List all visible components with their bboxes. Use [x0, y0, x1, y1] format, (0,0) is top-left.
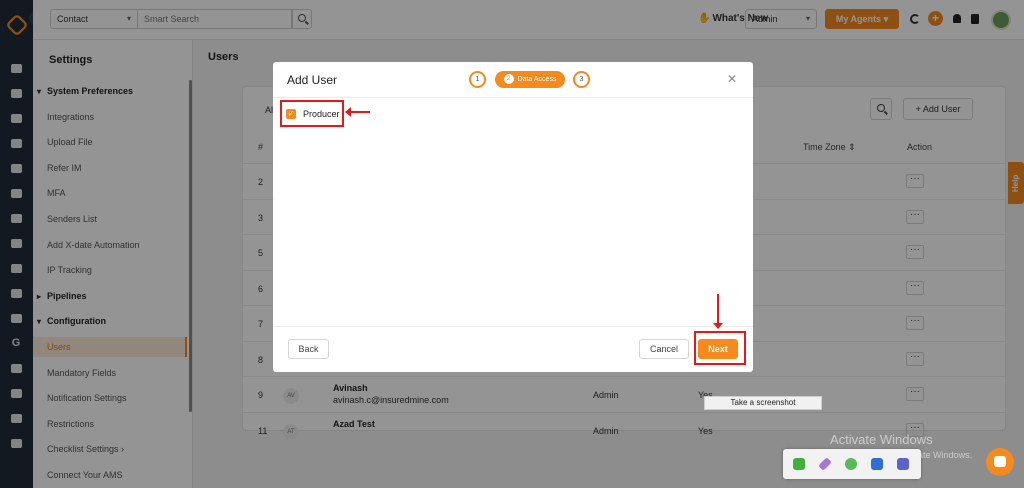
modal-footer-divider — [273, 326, 753, 327]
security-shield-icon[interactable] — [871, 458, 883, 470]
shield-check-icon[interactable] — [793, 458, 805, 470]
annotation-arrow-down-icon — [713, 294, 723, 329]
step-1-indicator: 1 — [469, 71, 486, 88]
screenshot-tooltip: Take a screenshot — [704, 396, 822, 410]
modal-header-divider — [273, 97, 753, 98]
pen-icon[interactable] — [818, 457, 832, 471]
activate-windows-title: Activate Windows — [830, 432, 933, 447]
teams-icon[interactable] — [897, 458, 909, 470]
chat-support-icon[interactable] — [986, 448, 1014, 476]
modal-title: Add User — [287, 73, 338, 87]
annotation-box-next — [694, 331, 746, 365]
annotation-arrow-left-icon — [345, 107, 370, 117]
step-3-indicator: 3 — [573, 71, 590, 88]
step-2-indicator: 2 Data Access — [495, 71, 565, 88]
close-icon[interactable]: ✕ — [727, 72, 737, 86]
back-button[interactable]: Back — [288, 339, 329, 359]
step-2-label: Data Access — [517, 76, 557, 83]
step-2-number: 2 — [503, 74, 514, 84]
annotation-box-producer — [280, 100, 344, 127]
system-tray-popup — [783, 449, 921, 479]
cancel-button[interactable]: Cancel — [639, 339, 689, 359]
recycle-icon[interactable] — [845, 458, 857, 470]
